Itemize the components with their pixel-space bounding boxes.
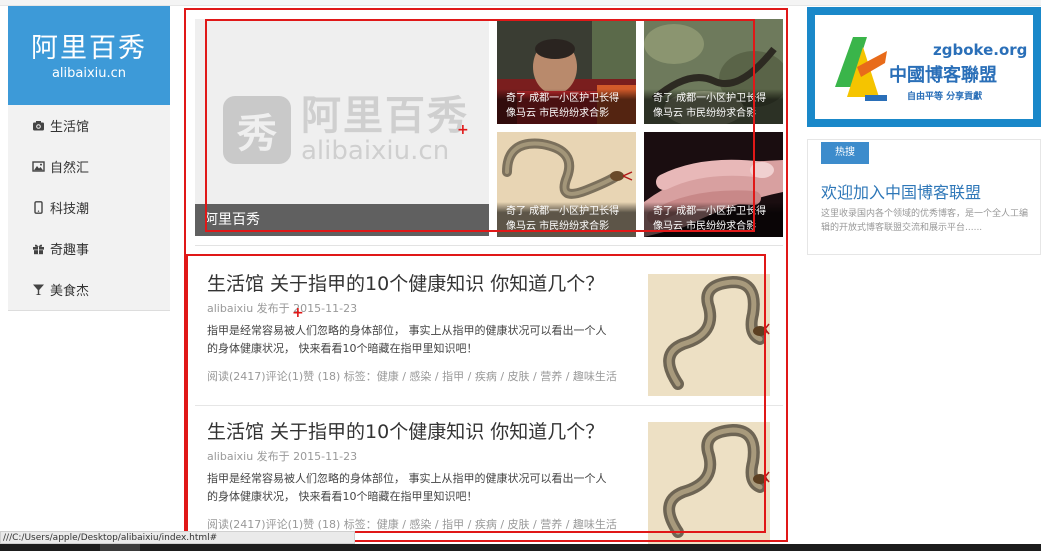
sidebar-item-label: 自然汇: [50, 161, 90, 176]
sidebar-item-label: 美食杰: [50, 284, 90, 299]
thumb-caption: 奇了 成都一小区护卫长得像马云 市民纷纷求合影: [644, 89, 783, 124]
banner-name: 中國博客聯盟: [889, 64, 997, 86]
article-meta: alibaixiu 发布于 2015-11-23: [207, 302, 358, 315]
page: 阿里百秀 alibaixiu.cn 生活馆 自然汇 科技潮 奇趣事 美食杰 秀 …: [0, 0, 1041, 551]
taskbar: [0, 544, 1041, 551]
article-thumbnail[interactable]: [648, 274, 770, 396]
banner-slogan: 自由平等 分享貢獻: [907, 90, 982, 102]
featured-caption: 阿里百秀: [195, 204, 489, 236]
watermark-domain: alibaixiu.cn: [301, 136, 450, 166]
sidebar-item-food[interactable]: 美食杰: [8, 269, 170, 310]
thumb-caption: 奇了 成都一小区护卫长得像马云 市民纷纷求合影: [497, 89, 636, 124]
featured-slide[interactable]: 秀 阿里百秀 alibaixiu.cn 阿里百秀: [195, 19, 489, 236]
article-thumbnail[interactable]: [648, 422, 770, 544]
blog-union-banner[interactable]: zgboke.org 中國博客聯盟 自由平等 分享貢獻: [807, 7, 1041, 127]
section-divider: [195, 245, 783, 246]
snake-image: [648, 274, 770, 396]
cursor-marker: +: [292, 305, 304, 321]
thumb-card[interactable]: 奇了 成都一小区护卫长得像马云 市民纷纷求合影: [497, 132, 636, 237]
thumb-card[interactable]: 奇了 成都一小区护卫长得像马云 市民纷纷求合影: [644, 132, 783, 237]
sidebar-item-label: 奇趣事: [50, 243, 90, 258]
hot-description: 这里收录国内各个领域的优秀博客，是一个全人工编辑的开放式博客联盟交流和展示平台.…: [821, 209, 1029, 233]
sidebar-item-label: 生活馆: [50, 120, 90, 135]
hot-badge: 热搜: [821, 142, 869, 164]
cocktail-icon: [32, 283, 45, 296]
status-bar-url: ///C:/Users/apple/Desktop/alibaixiu/inde…: [0, 531, 355, 544]
article-item[interactable]: 生活馆 关于指甲的10个健康知识 你知道几个？ alibaixiu 发布于 20…: [195, 407, 783, 551]
watermark-badge: 秀: [223, 96, 291, 164]
blog-union-logo: zgboke.org 中國博客聯盟 自由平等 分享貢獻: [807, 7, 1041, 127]
sidebar-item-nature[interactable]: 自然汇: [8, 146, 170, 187]
article-title[interactable]: 生活馆 关于指甲的10个健康知识 你知道几个？: [207, 269, 604, 296]
article-excerpt: 指甲是经常容易被人们忽略的身体部位， 事实上从指甲的健康状况可以看出一个人的身体…: [207, 472, 607, 503]
hot-search-card: 热搜 欢迎加入中国博客联盟 这里收录国内各个领域的优秀博客，是一个全人工编辑的开…: [807, 139, 1041, 255]
article-item[interactable]: 生活馆 关于指甲的10个健康知识 你知道几个？ alibaixiu 发布于 20…: [195, 259, 783, 406]
phone-icon: [32, 201, 45, 214]
hot-title-link[interactable]: 欢迎加入中国博客联盟: [821, 179, 981, 203]
gift-icon: [32, 242, 45, 255]
thumb-card[interactable]: 奇了 成都一小区护卫长得像马云 市民纷纷求合影: [644, 19, 783, 124]
logo-subtitle: alibaixiu.cn: [51, 66, 127, 81]
thumb-caption: 奇了 成都一小区护卫长得像马云 市民纷纷求合影: [497, 202, 636, 237]
sidebar-item-tech[interactable]: 科技潮: [8, 187, 170, 228]
banner-domain: zgboke.org: [933, 41, 1027, 59]
watermark-title: 阿里百秀: [301, 93, 469, 139]
article-footer: 阅读(2417)评论(1)赞 (18) 标签：健康 / 感染 / 指甲 / 疾病…: [207, 518, 617, 531]
thumb-card[interactable]: 奇了 成都一小区护卫长得像马云 市民纷纷求合影: [497, 19, 636, 124]
sidebar: 阿里百秀 alibaixiu.cn 生活馆 自然汇 科技潮 奇趣事 美食杰: [8, 6, 170, 311]
article-meta: alibaixiu 发布于 2015-11-23: [207, 450, 358, 463]
watermark-logo: 秀 阿里百秀 alibaixiu.cn: [223, 95, 469, 165]
article-title[interactable]: 生活馆 关于指甲的10个健康知识 你知道几个？: [207, 417, 604, 444]
sidebar-item-fun[interactable]: 奇趣事: [8, 228, 170, 269]
sidebar-item-label: 科技潮: [50, 202, 90, 217]
camera-icon: [32, 119, 45, 132]
site-logo[interactable]: 阿里百秀 alibaixiu.cn: [8, 6, 170, 105]
article-excerpt: 指甲是经常容易被人们忽略的身体部位， 事实上从指甲的健康状况可以看出一个人的身体…: [207, 324, 607, 355]
cursor-marker: +: [457, 122, 469, 138]
picture-icon: [32, 160, 45, 173]
thumb-caption: 奇了 成都一小区护卫长得像马云 市民纷纷求合影: [644, 202, 783, 237]
sidebar-item-life[interactable]: 生活馆: [8, 105, 170, 146]
logo-title: 阿里百秀: [31, 33, 147, 64]
snake-image: [648, 422, 770, 544]
article-footer: 阅读(2417)评论(1)赞 (18) 标签：健康 / 感染 / 指甲 / 疾病…: [207, 370, 617, 383]
